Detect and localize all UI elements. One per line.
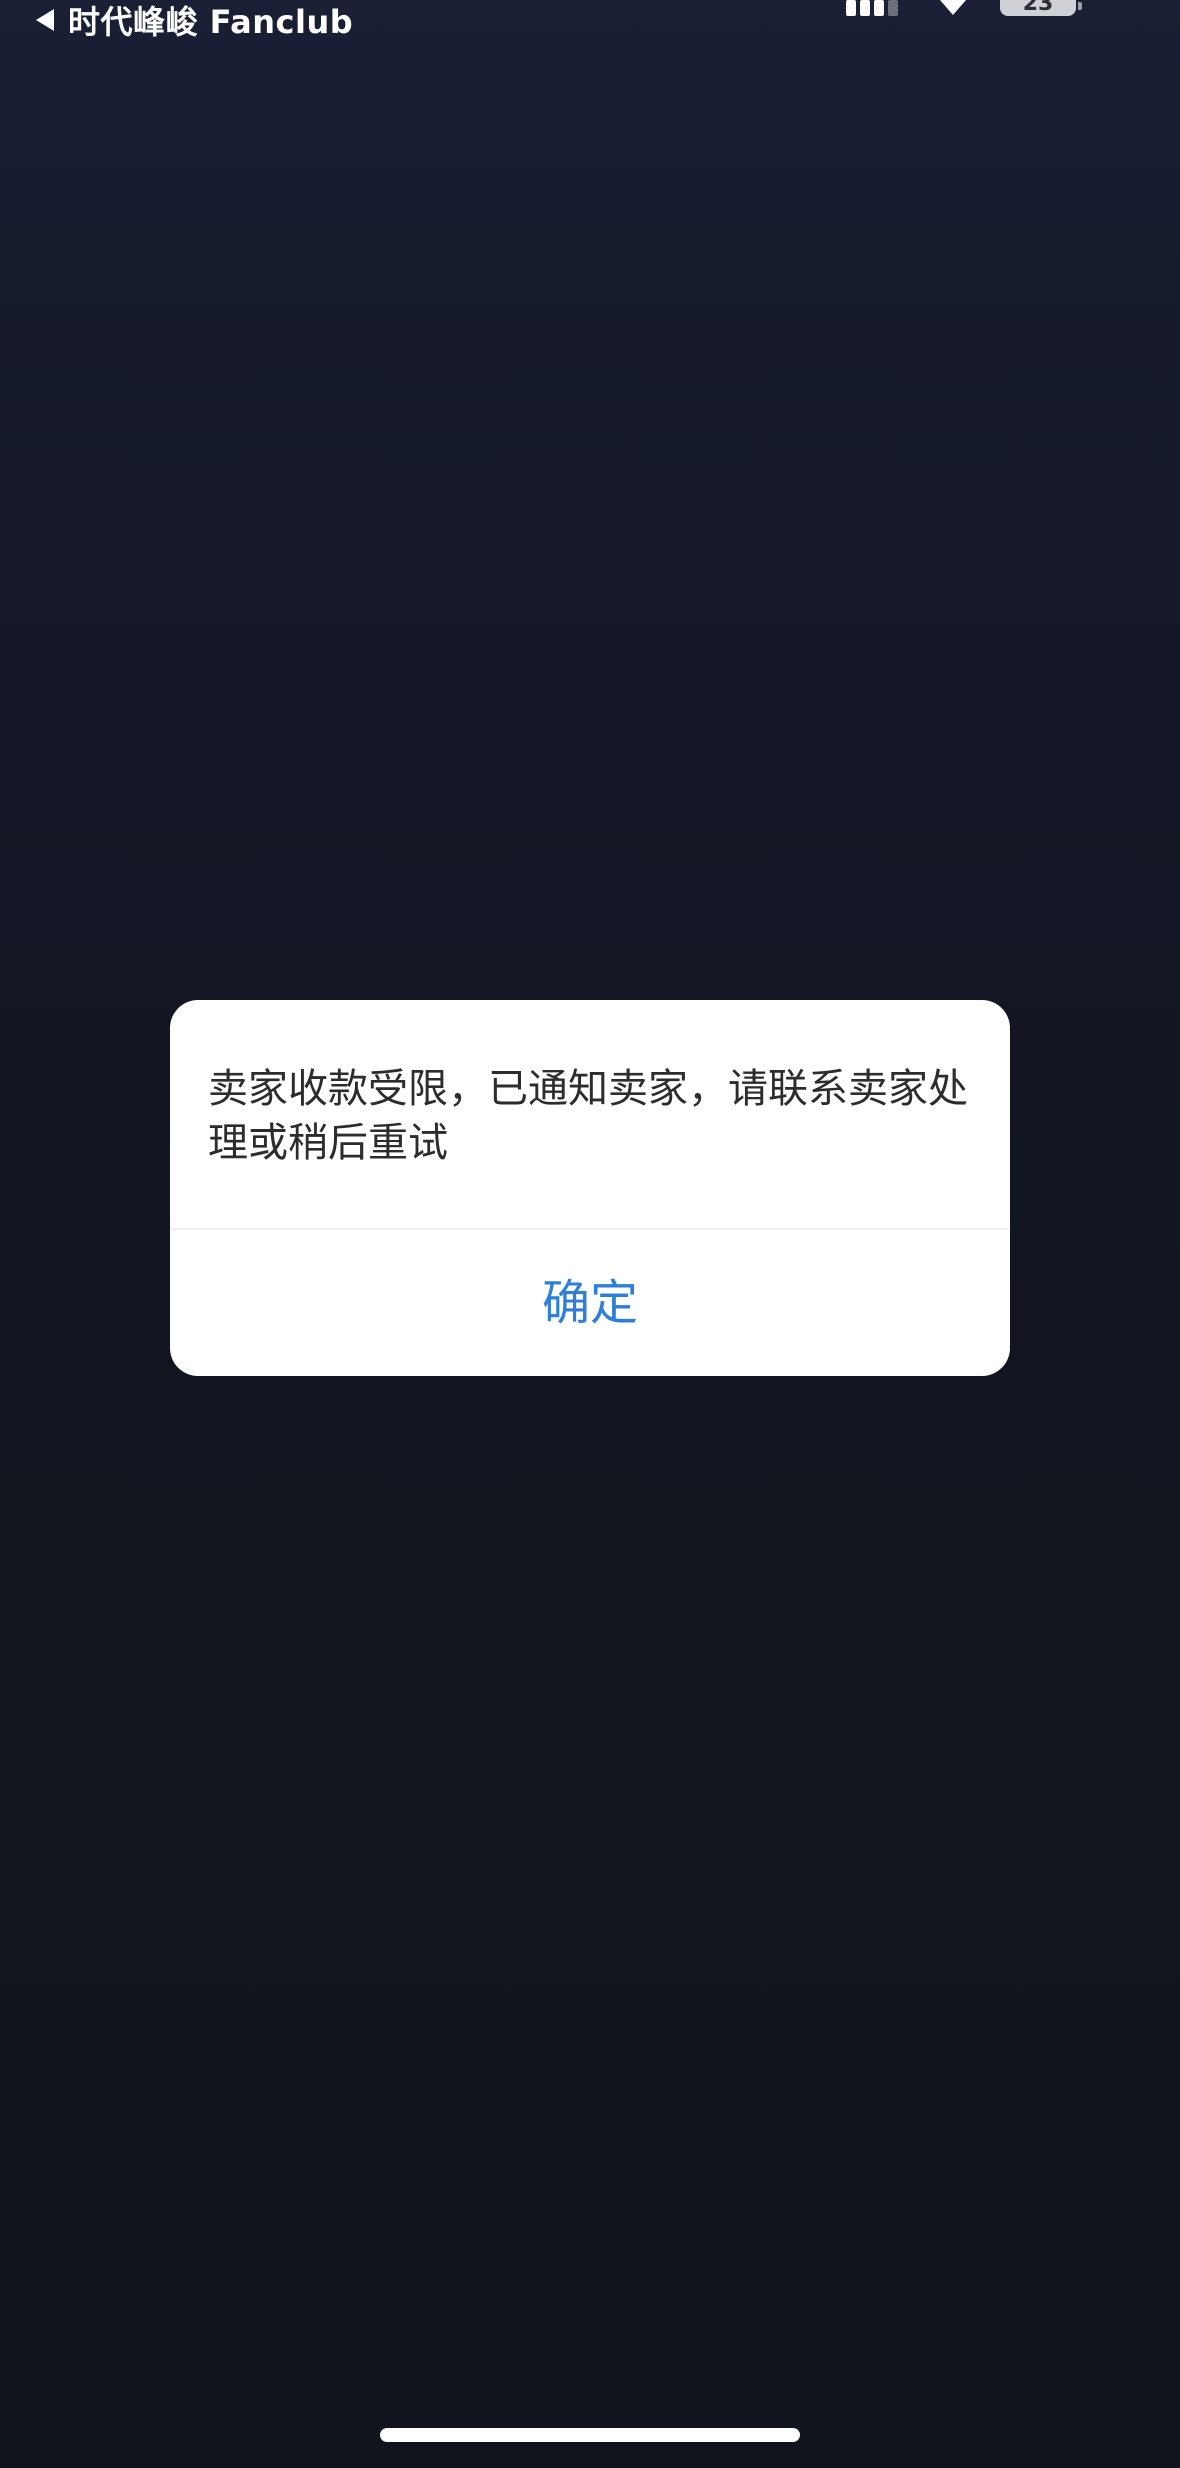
back-to-app-link[interactable]: 时代峰峻 Fanclub xyxy=(36,0,354,41)
cellular-signal-icon xyxy=(846,0,906,16)
confirm-button[interactable]: 确定 xyxy=(170,1230,1010,1376)
alert-dialog: 卖家收款受限，已通知卖家，请联系卖家处理或稍后重试 确定 xyxy=(170,1000,1010,1376)
app-screen: 时代峰峻 Fanclub 23 卖家收款受限，已通知卖家，请联系卖家处理或稍后重… xyxy=(0,0,1180,2468)
battery-level: 23 xyxy=(1022,0,1054,16)
status-bar: 时代峰峻 Fanclub 23 xyxy=(0,0,1180,50)
back-app-label: 时代峰峻 Fanclub xyxy=(68,3,354,41)
dialog-message: 卖家收款受限，已通知卖家，请联系卖家处理或稍后重试 xyxy=(208,1066,968,1166)
battery-icon: 23 xyxy=(1000,0,1076,16)
battery-cap xyxy=(1078,2,1082,10)
home-indicator[interactable] xyxy=(380,2428,800,2442)
wifi-icon xyxy=(940,0,966,15)
back-arrow-icon xyxy=(36,9,54,31)
